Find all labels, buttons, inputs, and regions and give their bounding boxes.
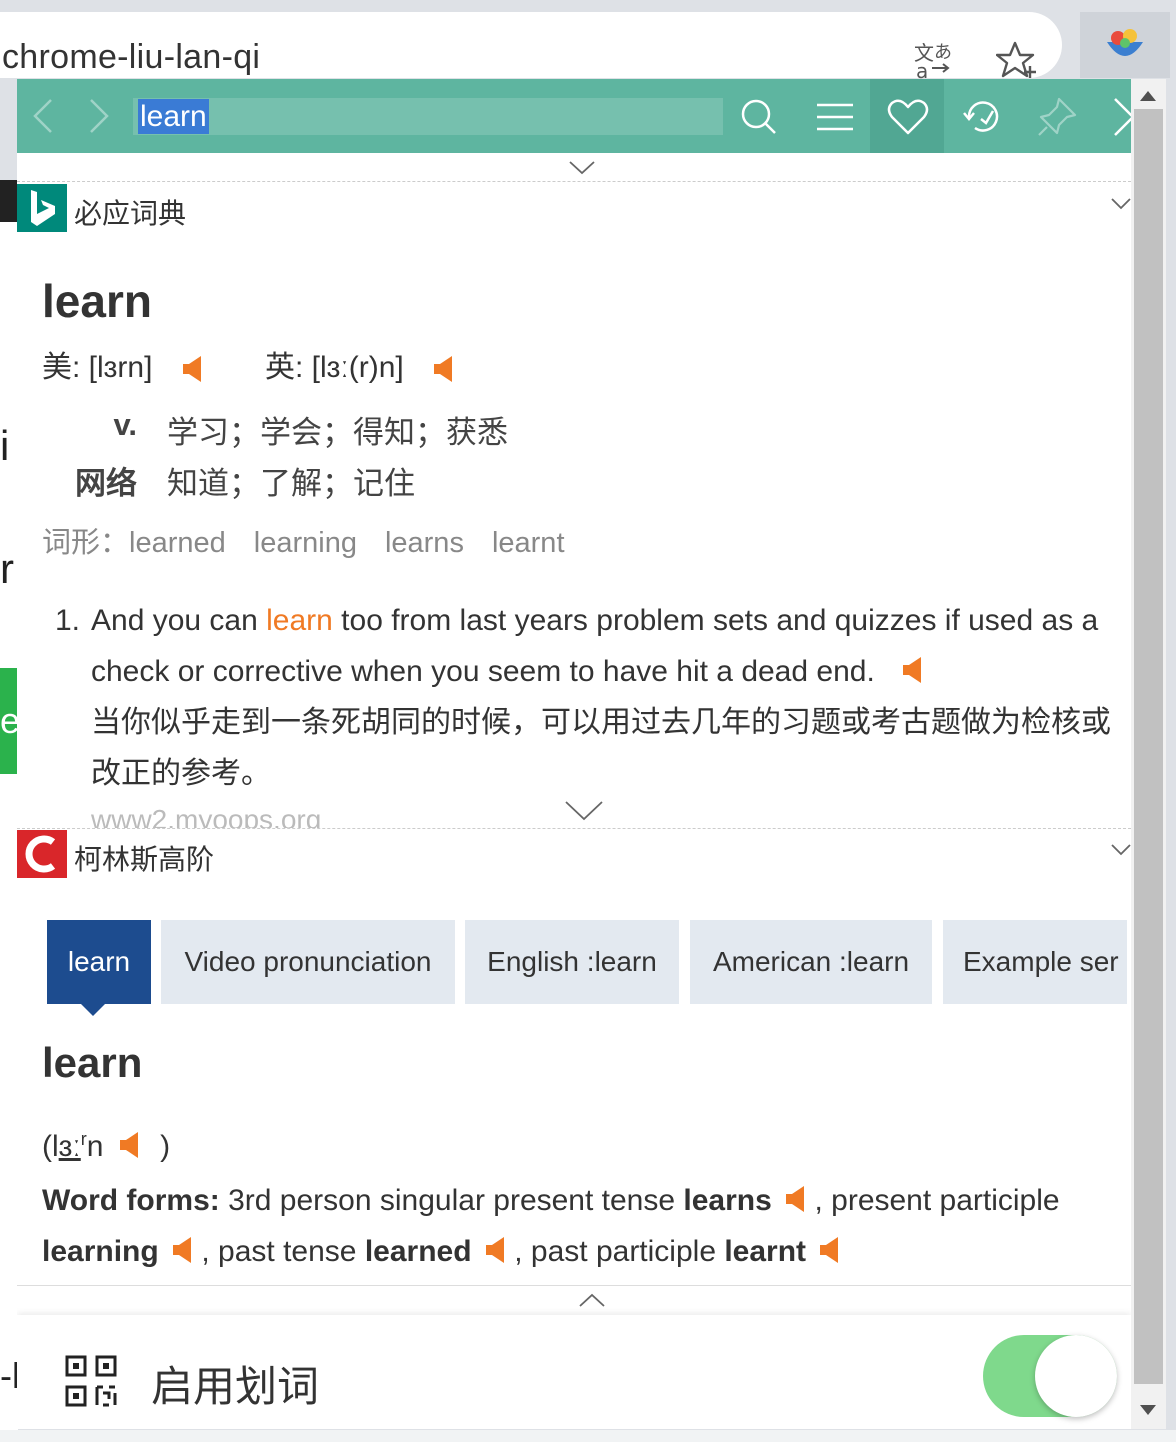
us-phonetic: 美: [lɜrn] (42, 351, 153, 384)
tab-learn[interactable]: learn (47, 920, 151, 1004)
def-pos: 网络 (75, 466, 137, 501)
menu-icon[interactable] (813, 95, 857, 139)
forms-label: 词形： (42, 527, 130, 559)
background-fragment: i (0, 422, 10, 469)
search-selected-text: learn (138, 99, 209, 134)
tab-pointer (81, 1004, 105, 1016)
form-link[interactable]: learning (254, 527, 357, 559)
translate-icon[interactable]: 文 あ a (912, 38, 958, 82)
example-source[interactable]: www2.myoops.org (91, 804, 321, 828)
example-en: And you can (91, 604, 267, 637)
divider (17, 1285, 1131, 1286)
divider (17, 181, 1131, 182)
collins-tabs: learn Video pronunciation English :learn… (47, 920, 1127, 1004)
pron-text: n (86, 1130, 104, 1163)
chevron-down-icon[interactable] (569, 161, 595, 175)
form-word: learning (42, 1235, 159, 1268)
tab-english[interactable]: English :learn (465, 920, 679, 1004)
bing-dict-header[interactable]: 必应词典 (17, 184, 1131, 232)
pron-text: (l (42, 1130, 59, 1163)
svg-text:あ: あ (934, 42, 952, 63)
forms-label: Word forms: (42, 1184, 220, 1217)
enable-selection-toggle[interactable] (983, 1335, 1117, 1417)
collins-logo-icon (17, 830, 67, 878)
search-box[interactable] (133, 98, 723, 135)
enable-selection-label: 启用划词 (151, 1363, 320, 1410)
chevron-up-icon[interactable] (579, 1293, 605, 1307)
divider (17, 828, 1131, 829)
form-word: learns (683, 1184, 772, 1217)
speaker-icon[interactable] (432, 354, 454, 384)
form-desc: , past participle (514, 1235, 725, 1268)
tab-video-pronunciation[interactable]: Video pronunciation (161, 920, 455, 1004)
heart-icon[interactable] (886, 95, 930, 139)
bing-logo-icon (17, 184, 67, 232)
speaker-icon[interactable] (171, 1235, 193, 1265)
background-page (0, 220, 18, 1440)
search-icon[interactable] (737, 95, 781, 139)
pron-text: ) (160, 1130, 171, 1163)
form-link[interactable]: learned (129, 527, 226, 559)
popup-toolbar: learn (17, 79, 1131, 153)
address-bar[interactable]: chrome-liu-lan-qi 文 あ a (0, 12, 1062, 82)
speaker-icon[interactable] (784, 1184, 806, 1214)
speaker-icon[interactable] (901, 655, 923, 685)
chevron-down-icon[interactable] (1111, 844, 1131, 856)
form-link[interactable]: learnt (492, 527, 565, 559)
star-add-icon[interactable] (996, 40, 1038, 80)
background-header-strip (0, 180, 18, 222)
speaker-icon[interactable] (181, 354, 203, 384)
form-word: learnt (724, 1235, 807, 1268)
background-bottom (0, 1430, 1176, 1442)
us-pronunciation: 美: [lɜrn] (42, 342, 203, 386)
speaker-icon[interactable] (118, 1130, 140, 1160)
def-text: 知道；了解；记住 (167, 466, 415, 501)
pron-text: ɜː (58, 1130, 81, 1163)
dict-name: 必应词典 (74, 198, 187, 229)
uk-phonetic: 英: [lɜː(r)n] (265, 351, 404, 384)
dict-name: 柯林斯高阶 (74, 844, 215, 875)
collins-word-forms: Word forms: 3rd person singular present … (42, 1175, 1102, 1277)
collins-dict-header[interactable]: 柯林斯高阶 (17, 830, 1131, 878)
form-word: learned (364, 1235, 472, 1268)
pin-icon[interactable] (1035, 95, 1079, 139)
def-text: 学习；学会；得知；获悉 (167, 415, 508, 450)
speaker-icon[interactable] (818, 1235, 840, 1265)
form-desc: , present participle (814, 1184, 1060, 1217)
scroll-down-arrow-icon[interactable] (1140, 1405, 1156, 1415)
popup-scrollbar[interactable] (1131, 79, 1166, 1429)
collins-headword: learn (42, 1039, 143, 1086)
collins-pronunciation: (lɜːrn ) (42, 1129, 170, 1164)
forward-icon[interactable] (87, 96, 111, 136)
form-desc: 3rd person singular present tense (219, 1184, 684, 1217)
close-icon[interactable] (1111, 95, 1131, 139)
tab-american[interactable]: American :learn (690, 920, 932, 1004)
dictionary-popup: learn 必应词典 learn 美: [lɜrn] 英: [lɜː(r)n] … (17, 79, 1131, 1429)
speaker-icon[interactable] (484, 1235, 506, 1265)
scroll-up-arrow-icon[interactable] (1140, 91, 1156, 101)
search-input[interactable] (137, 98, 697, 135)
qr-code-icon[interactable] (65, 1355, 117, 1407)
chevron-down-icon[interactable] (565, 801, 603, 821)
scroll-thumb[interactable] (1134, 109, 1163, 1384)
form-link[interactable]: learns (385, 527, 464, 559)
chevron-down-icon[interactable] (1111, 198, 1131, 210)
dictionary-extension-icon[interactable] (1104, 26, 1146, 66)
word-forms: 词形：learned learning learns learnt (42, 519, 593, 561)
back-icon[interactable] (31, 96, 55, 136)
address-text[interactable]: chrome-liu-lan-qi (2, 38, 260, 77)
uk-pronunciation: 英: [lɜː(r)n] (265, 342, 454, 386)
popup-footer: 启用划词 (17, 1315, 1131, 1429)
history-icon[interactable] (961, 95, 1005, 139)
example-number: 1. (55, 604, 81, 637)
background-fragment: r (0, 545, 14, 592)
tab-example[interactable]: Example ser (943, 920, 1127, 1004)
def-pos: v. (113, 407, 137, 442)
example-zh: 当你似乎走到一条死胡同的时候，可以用过去几年的习题或考古题做为检核或改正的参考。 (91, 706, 1111, 790)
form-desc: , past tense (201, 1235, 365, 1268)
example-highlight: learn (266, 604, 333, 637)
toggle-knob[interactable] (1035, 1335, 1117, 1417)
headword: learn (42, 275, 152, 327)
